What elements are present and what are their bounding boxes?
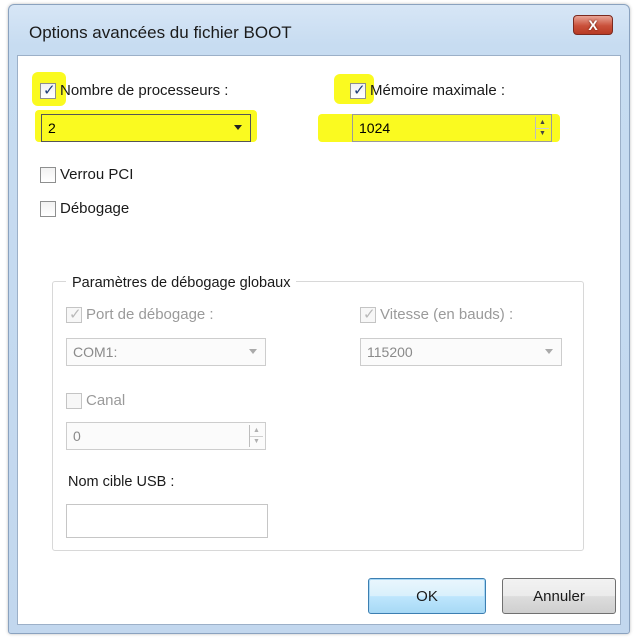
baud-rate-label: Vitesse (en bauds) :	[380, 306, 514, 323]
ok-button[interactable]: OK	[368, 578, 486, 614]
pci-lock-checkbox[interactable]: Verrou PCI	[40, 166, 133, 183]
spin-down-icon[interactable]: ▼	[250, 435, 263, 448]
channel-spin-buttons[interactable]: ▲ ▼	[249, 425, 263, 447]
channel-spinbox[interactable]: 0 ▲ ▼	[66, 422, 266, 450]
memory-value: 1024	[359, 120, 391, 136]
baud-rate-checkbox[interactable]: Vitesse (en bauds) :	[360, 305, 514, 323]
pci-lock-label: Verrou PCI	[60, 166, 134, 183]
title-bar: Options avancées du fichier BOOT X	[9, 5, 629, 57]
usb-target-label: Nom cible USB :	[68, 474, 175, 490]
global-debug-title: Paramètres de débogage globaux	[66, 275, 297, 291]
checkbox-box	[40, 81, 56, 99]
spin-up-icon[interactable]: ▲	[536, 117, 549, 128]
channel-checkbox[interactable]: Canal	[66, 392, 125, 409]
memory-label: Mémoire maximale :	[370, 82, 506, 99]
memory-spin-buttons[interactable]: ▲ ▼	[535, 117, 549, 139]
channel-label: Canal	[86, 392, 126, 409]
close-icon: X	[588, 17, 598, 33]
baud-rate-select[interactable]: 115200	[360, 338, 562, 366]
checkbox-box	[360, 305, 376, 323]
processors-select[interactable]: 2	[41, 114, 251, 142]
checkbox-box	[350, 81, 366, 99]
dialog-window: Options avancées du fichier BOOT X Nombr…	[8, 4, 630, 634]
spin-up-icon[interactable]: ▲	[250, 425, 263, 436]
chevron-down-icon	[249, 349, 257, 354]
checkbox-box	[40, 200, 56, 217]
dialog-title: Options avancées du fichier BOOT	[29, 23, 292, 42]
close-button[interactable]: X	[573, 15, 613, 35]
memory-spinbox[interactable]: 1024 ▲ ▼	[352, 114, 552, 142]
baud-rate-value: 115200	[367, 344, 413, 360]
channel-value: 0	[73, 428, 81, 444]
debugging-label: Débogage	[60, 200, 130, 217]
debug-port-select[interactable]: COM1:	[66, 338, 266, 366]
checkbox-box	[66, 305, 82, 323]
debugging-checkbox[interactable]: Débogage	[40, 200, 129, 217]
processors-value: 2	[48, 120, 56, 136]
chevron-down-icon	[234, 125, 242, 130]
memory-checkbox[interactable]: Mémoire maximale :	[350, 81, 506, 99]
checkbox-box	[40, 166, 56, 183]
dialog-body: Nombre de processeurs : 2 Mémoire maxima…	[17, 55, 621, 625]
checkbox-box	[66, 392, 82, 409]
processors-label: Nombre de processeurs :	[60, 82, 229, 99]
debug-port-checkbox[interactable]: Port de débogage :	[66, 305, 214, 323]
debug-port-value: COM1:	[73, 344, 118, 360]
cancel-button[interactable]: Annuler	[502, 578, 616, 614]
usb-target-input[interactable]	[66, 504, 268, 538]
processors-checkbox[interactable]: Nombre de processeurs :	[40, 81, 229, 99]
spin-down-icon[interactable]: ▼	[536, 127, 549, 140]
chevron-down-icon	[545, 349, 553, 354]
debug-port-label: Port de débogage :	[86, 306, 214, 323]
